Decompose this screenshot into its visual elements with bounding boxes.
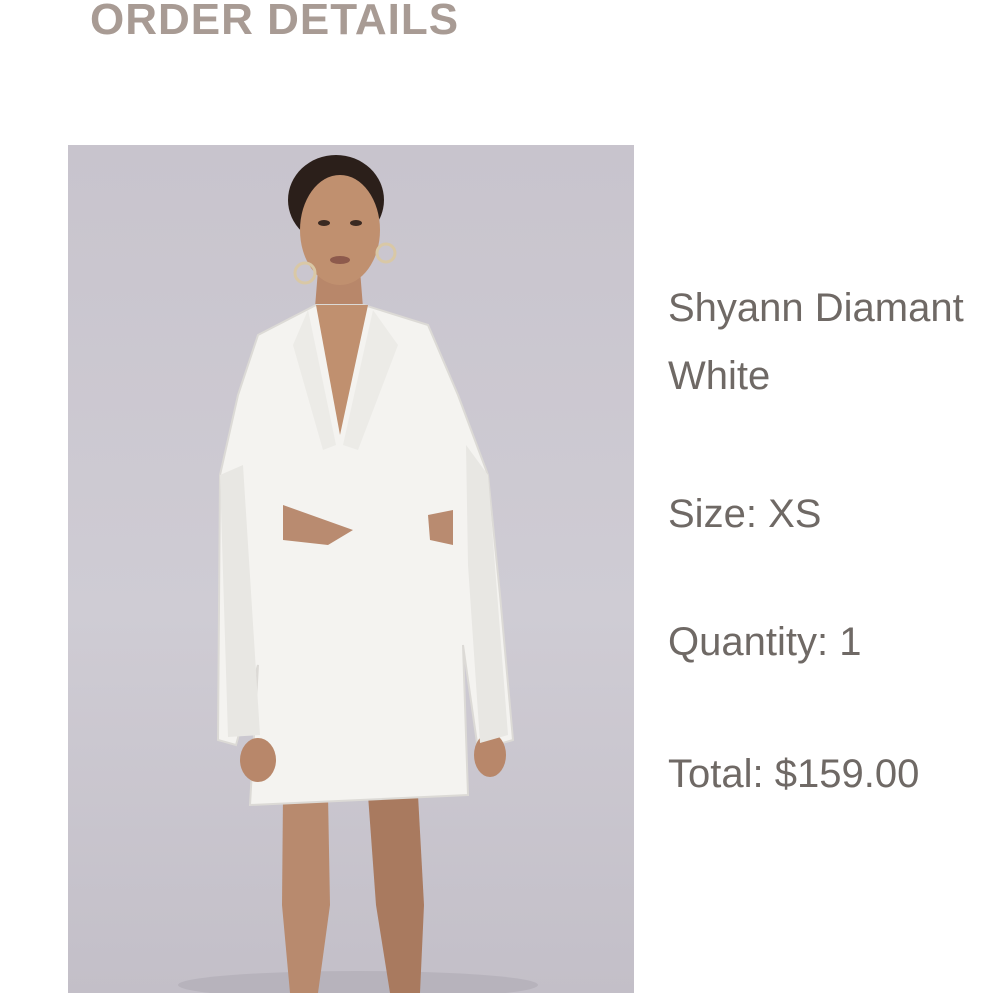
- right-eye: [350, 220, 362, 226]
- page-title: ORDER DETAILS: [90, 0, 460, 44]
- order-total: Total: $159.00: [668, 746, 919, 802]
- face: [300, 175, 380, 285]
- product-size: Size: XS: [668, 486, 821, 542]
- left-leg: [282, 795, 330, 993]
- left-hand: [240, 738, 276, 782]
- left-earring: [293, 261, 317, 285]
- order-details-page: ORDER DETAILS Shyann Diamant White Size:…: [0, 0, 1000, 1000]
- right-earring: [375, 242, 397, 264]
- product-quantity: Quantity: 1: [668, 614, 861, 670]
- quantity-value: 1: [839, 620, 862, 664]
- floor-shadow: [178, 971, 538, 993]
- product-name: Shyann Diamant: [668, 286, 964, 330]
- model-photo-illustration: [178, 155, 538, 993]
- size-value: XS: [768, 492, 822, 536]
- product-color: White: [668, 354, 771, 398]
- total-value: $159.00: [774, 752, 920, 796]
- left-eye: [318, 220, 330, 226]
- lips: [330, 256, 350, 264]
- right-leg: [368, 795, 424, 993]
- total-label: Total:: [668, 752, 764, 796]
- size-label: Size:: [668, 492, 757, 536]
- right-cutout: [428, 510, 453, 545]
- quantity-label: Quantity:: [668, 620, 829, 664]
- product-image: [68, 145, 634, 993]
